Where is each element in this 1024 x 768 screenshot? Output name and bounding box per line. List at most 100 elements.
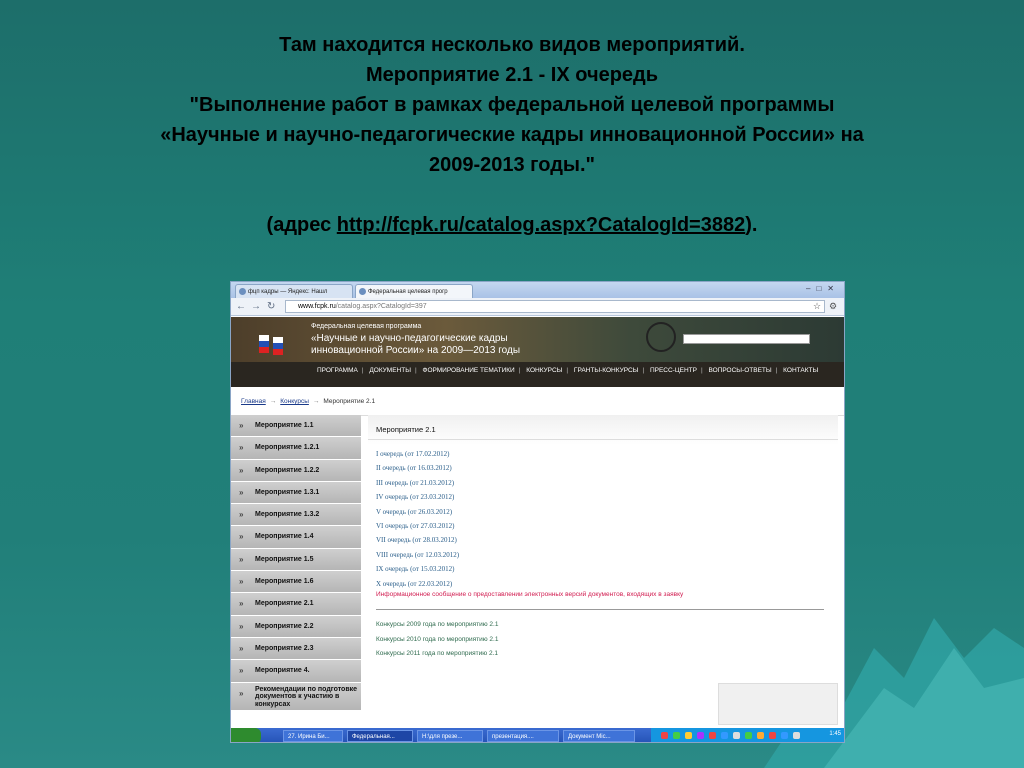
url-field[interactable]: www.fcpk.ru/catalog.aspx?CatalogId=397 bbox=[285, 300, 825, 313]
tab-favicon bbox=[239, 288, 246, 295]
sidebar-item-1-2-2[interactable]: » Мероприятие 1.2.2 bbox=[231, 459, 361, 482]
clock: 1:45 bbox=[829, 731, 841, 737]
queue-link[interactable]: III очередь (от 21.03.2012) bbox=[376, 476, 459, 490]
flag-icon bbox=[273, 337, 283, 355]
menu-item-dokumenty[interactable]: Документы bbox=[369, 367, 411, 374]
queue-link[interactable]: I очередь (от 17.02.2012) bbox=[376, 447, 459, 461]
page-title: Мероприятие 2.1 bbox=[376, 425, 436, 434]
tab-yandex[interactable]: фцп кадры — Яндекс: Нашл bbox=[235, 284, 353, 298]
chevron-icon: » bbox=[239, 421, 244, 430]
menu-item-programma[interactable]: Программа bbox=[317, 367, 358, 374]
chevron-icon: » bbox=[239, 643, 244, 653]
sidebar-item-1-2-1[interactable]: » Мероприятие 1.2.1 bbox=[231, 437, 361, 460]
tray-icon[interactable] bbox=[757, 732, 764, 739]
chevron-icon: » bbox=[239, 532, 244, 542]
sidebar-item-1-5[interactable]: » Мероприятие 1.5 bbox=[231, 548, 361, 572]
sidebar-item-recommendations[interactable]: » Рекомендации по подготовке документов к… bbox=[231, 682, 361, 711]
site-search-input[interactable] bbox=[683, 334, 810, 344]
konkursy-list: Конкурсы 2009 года по мероприятию 2.1 Ко… bbox=[376, 618, 498, 662]
queue-link[interactable]: II очередь (от 16.03.2012) bbox=[376, 461, 459, 475]
sidebar-item-2-2[interactable]: » Мероприятие 2.2 bbox=[231, 615, 361, 638]
sidebar-item-4[interactable]: » Мероприятие 4. bbox=[231, 660, 361, 683]
queue-link[interactable]: IX очередь (от 15.03.2012) bbox=[376, 562, 459, 576]
tray-icon[interactable] bbox=[709, 732, 716, 739]
queue-link[interactable]: X очередь (от 22.03.2012) bbox=[376, 577, 459, 591]
konkurs-link[interactable]: Конкурсы 2009 года по мероприятию 2.1 bbox=[376, 618, 498, 633]
konkurs-link[interactable]: Конкурсы 2011 года по мероприятию 2.1 bbox=[376, 647, 498, 662]
browser-screenshot: фцп кадры — Яндекс: Нашл Федеральная цел… bbox=[230, 281, 845, 743]
sidebar-item-1-3-2[interactable]: » Мероприятие 1.3.2 bbox=[231, 504, 361, 527]
chevron-icon: » bbox=[239, 443, 244, 453]
back-icon[interactable]: ← bbox=[236, 301, 246, 312]
chevron-icon: » bbox=[239, 465, 244, 475]
info-message-link[interactable]: Информационное сообщение о предоставлени… bbox=[376, 591, 683, 598]
konkurs-link[interactable]: Конкурсы 2010 года по мероприятию 2.1 bbox=[376, 633, 498, 648]
tray-icon[interactable] bbox=[721, 732, 728, 739]
chevron-icon: » bbox=[239, 666, 244, 676]
taskbar-item[interactable]: презентация.... bbox=[487, 730, 559, 742]
wrench-icon[interactable]: ⚙ bbox=[829, 301, 837, 312]
forward-icon[interactable]: → bbox=[251, 301, 261, 312]
menu-item-voprosy[interactable]: Вопросы-ответы bbox=[709, 367, 772, 374]
start-button[interactable] bbox=[231, 728, 261, 742]
sidebar-item-2-1[interactable]: » Мероприятие 2.1 bbox=[231, 593, 361, 616]
slide-text: Там находится несколько видов мероприяти… bbox=[30, 30, 994, 240]
address-bar: ← → ↻ www.fcpk.ru/catalog.aspx?CatalogId… bbox=[231, 298, 844, 316]
reload-icon[interactable]: ↻ bbox=[267, 301, 275, 312]
slide-line-2: Мероприятие 2.1 - IX очередь bbox=[365, 64, 659, 86]
tray-icon[interactable] bbox=[673, 732, 680, 739]
sidebar-item-1-3-1[interactable]: » Мероприятие 1.3.1 bbox=[231, 481, 361, 505]
queue-link[interactable]: V очередь (от 26.03.2012) bbox=[376, 505, 459, 519]
addr-link[interactable]: http://fcpk.ru/catalog.aspx?CatalogId=38… bbox=[337, 214, 745, 236]
menu-item-granty[interactable]: Гранты-конкурсы bbox=[574, 367, 639, 374]
queue-link[interactable]: VII очередь (от 28.03.2012) bbox=[376, 533, 459, 547]
queue-link[interactable]: VIII очередь (от 12.03.2012) bbox=[376, 548, 459, 562]
taskbar-item[interactable]: Н:\для презе... bbox=[417, 730, 483, 742]
slide-line-3: "Выполнение работ в рамках федеральной ц… bbox=[189, 94, 835, 116]
slide-line-1: Там находится несколько видов мероприяти… bbox=[279, 34, 745, 56]
breadcrumb-home[interactable]: Главная bbox=[241, 398, 266, 405]
tray-icon[interactable] bbox=[745, 732, 752, 739]
magnifier-icon bbox=[646, 322, 676, 352]
tray-icon[interactable] bbox=[781, 732, 788, 739]
queue-list: I очередь (от 17.02.2012) II очередь (от… bbox=[376, 447, 459, 591]
menu-item-formirovanie[interactable]: Формирование тематики bbox=[423, 367, 515, 374]
taskbar: 27. Ирина Би... Федеральная... Н:\для пр… bbox=[231, 728, 844, 742]
menu-item-kontakty[interactable]: Контакты bbox=[783, 367, 818, 374]
tray-icon[interactable] bbox=[733, 732, 740, 739]
tray-icon[interactable] bbox=[661, 732, 668, 739]
slide: { "slide": { "line1": "Там находится нес… bbox=[0, 0, 1024, 768]
menu-items: Программа | Документы | Формирование темат… bbox=[317, 367, 819, 374]
sidebar-item-1-1[interactable]: » Мероприятие 1.1 bbox=[231, 415, 361, 438]
addr-prefix: (адрес bbox=[266, 214, 337, 236]
tab-fcpk[interactable]: Федеральная целевая прогр bbox=[355, 284, 473, 298]
tray-icon[interactable] bbox=[793, 732, 800, 739]
star-icon[interactable]: ☆ bbox=[813, 301, 821, 312]
breadcrumb-konkursy[interactable]: Конкурсы bbox=[280, 398, 309, 405]
queue-link[interactable]: IV очередь (от 23.03.2012) bbox=[376, 490, 459, 504]
system-tray: 1:45 bbox=[651, 728, 844, 742]
taskbar-item[interactable]: 27. Ирина Би... bbox=[283, 730, 343, 742]
taskbar-item[interactable]: Документ Mic... bbox=[563, 730, 635, 742]
chevron-icon: » bbox=[239, 599, 244, 609]
tray-icon[interactable] bbox=[697, 732, 704, 739]
menu-item-press[interactable]: Пресс-центр bbox=[650, 367, 697, 374]
tray-icon[interactable] bbox=[685, 732, 692, 739]
chevron-icon: » bbox=[239, 510, 244, 520]
taskbar-item-active[interactable]: Федеральная... bbox=[347, 730, 413, 742]
chevron-icon: » bbox=[239, 577, 244, 587]
breadcrumb-current: Мероприятие 2.1 bbox=[323, 398, 376, 405]
sidebar-item-2-3[interactable]: » Мероприятие 2.3 bbox=[231, 637, 361, 661]
queue-link[interactable]: VI очередь (от 27.03.2012) bbox=[376, 519, 459, 533]
sidebar-item-1-4[interactable]: » Мероприятие 1.4 bbox=[231, 526, 361, 549]
site-title: Федеральная целевая программа «Научные и… bbox=[311, 323, 521, 356]
sidebar-item-1-6[interactable]: » Мероприятие 1.6 bbox=[231, 571, 361, 594]
chevron-icon: » bbox=[239, 688, 244, 698]
chevron-icon: » bbox=[239, 554, 244, 564]
window-controls[interactable]: ‒□✕ bbox=[806, 284, 840, 293]
menu-item-konkursy[interactable]: Конкурсы bbox=[526, 367, 562, 374]
site-menu: Программа | Документы | Формирование темат… bbox=[231, 362, 844, 387]
slide-line-4: «Научные и научно-педагогические кадры и… bbox=[160, 124, 864, 146]
slide-line-5: 2009-2013 годы." bbox=[428, 154, 596, 176]
tray-icon[interactable] bbox=[769, 732, 776, 739]
